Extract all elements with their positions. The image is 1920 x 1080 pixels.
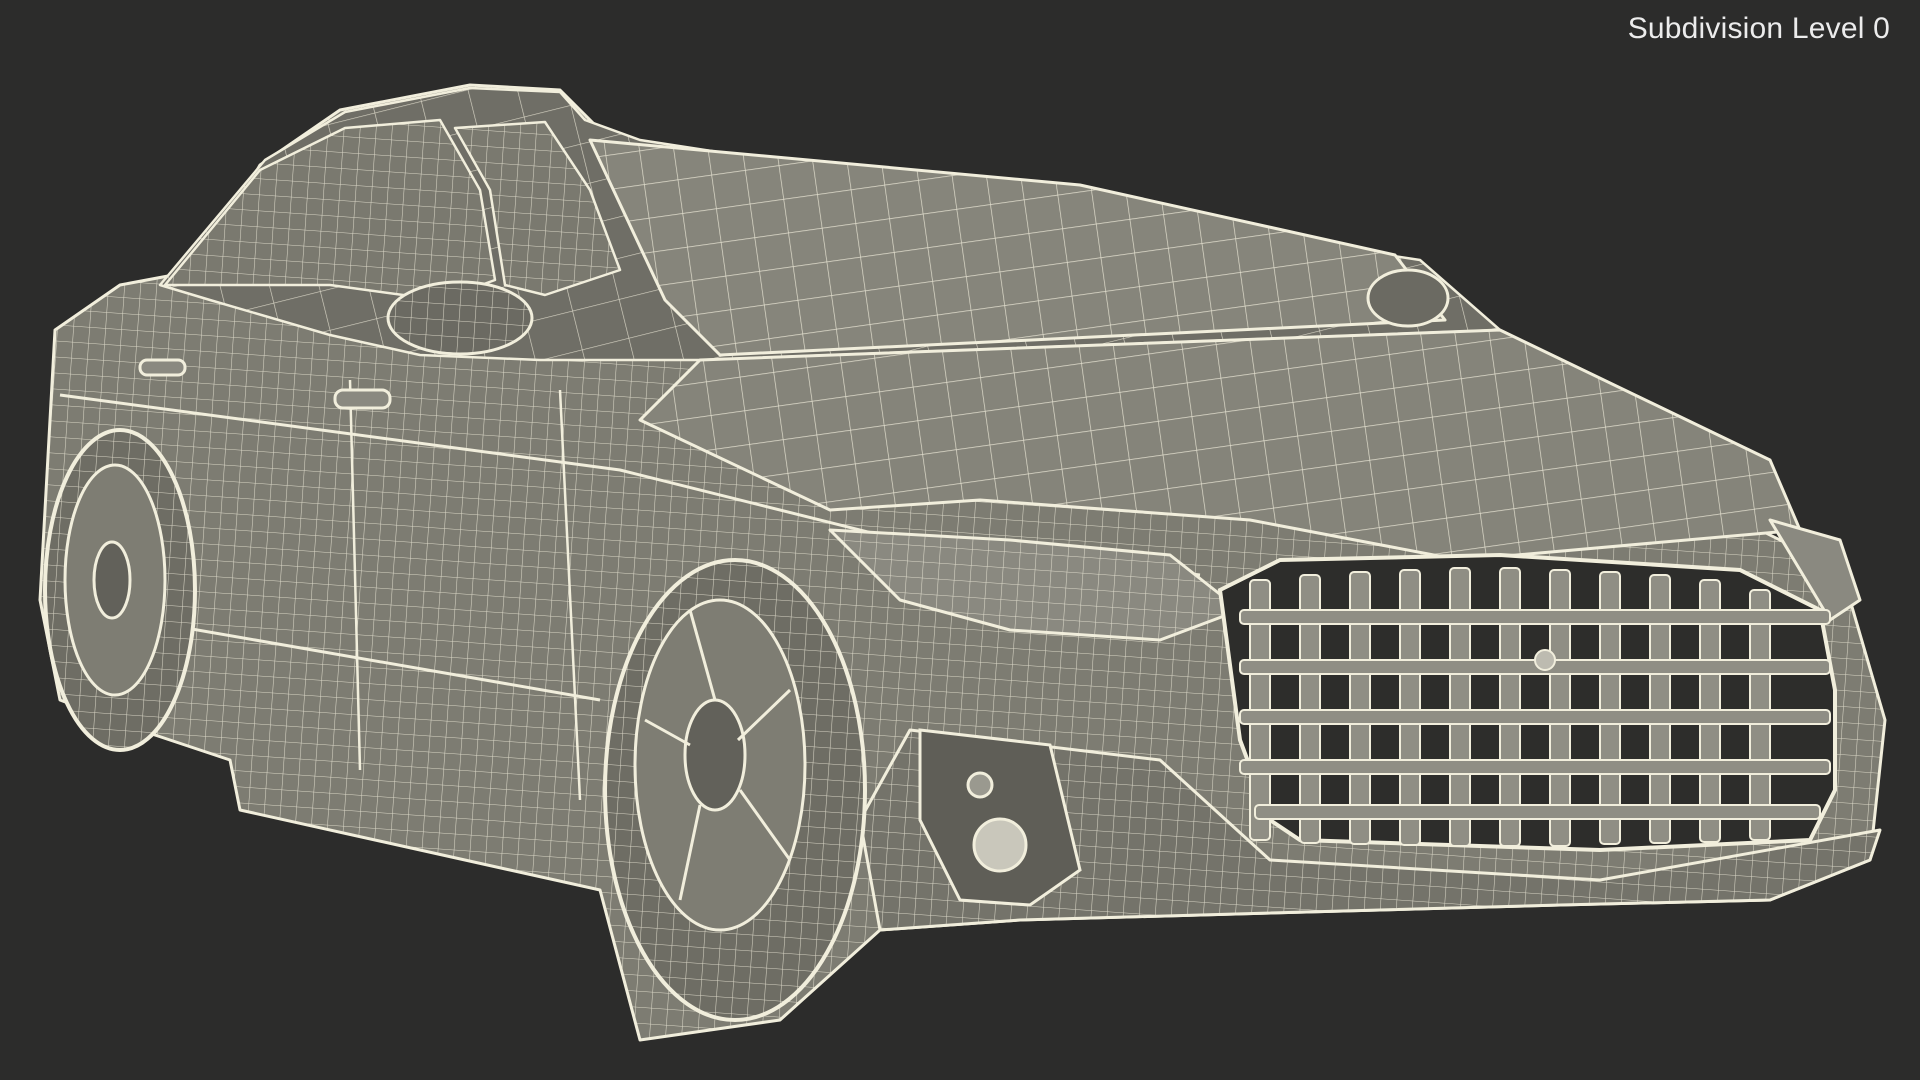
rear-wheel [43,428,197,752]
sedan-wireframe-icon [38,83,1887,1042]
render-viewport: Subdivision Level 0 [0,0,1920,1080]
grille [1217,552,1837,853]
front-wheel [603,558,867,1022]
